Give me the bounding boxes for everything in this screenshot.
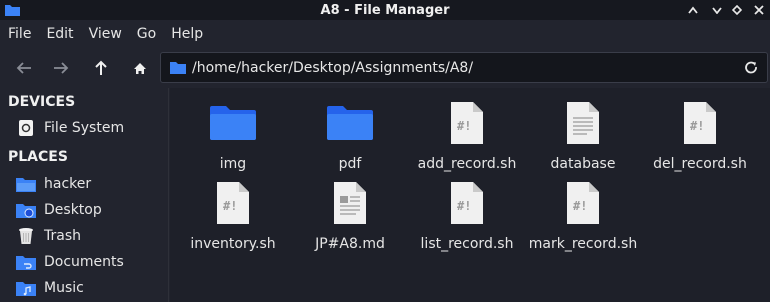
keep-above-icon[interactable] — [684, 1, 702, 19]
sidebar-item-desktop[interactable]: Desktop — [16, 198, 166, 222]
reload-button[interactable] — [741, 58, 761, 78]
svg-text:#!: #! — [457, 119, 471, 133]
file-item-database[interactable]: database — [524, 98, 642, 172]
sidebar-item-label: Desktop — [44, 202, 102, 218]
file-name: add_record.sh — [417, 156, 517, 172]
sidebar-item-label: Music — [44, 280, 84, 296]
sidebar-item-label: hacker — [44, 176, 92, 192]
arrow-right-icon — [54, 62, 69, 74]
places-header: PLACES — [8, 149, 68, 165]
sidebar-item-hacker[interactable]: hacker — [16, 172, 166, 196]
close-icon[interactable] — [750, 1, 768, 19]
svg-text:#!: #! — [223, 199, 237, 213]
toolbar: /home/hacker/Desktop/Assignments/A8/ — [0, 48, 770, 88]
svg-text:#!: #! — [457, 199, 471, 213]
trash-icon — [16, 226, 36, 246]
file-name: mark_record.sh — [528, 236, 638, 252]
sidebar-item-label: File System — [44, 120, 125, 136]
forward-button[interactable] — [49, 56, 73, 80]
sidebar: DEVICES File System PLACES hacker Deskto… — [0, 88, 169, 302]
back-button[interactable] — [12, 56, 36, 80]
sidebar-item-trash[interactable]: Trash — [16, 224, 166, 248]
folder-icon — [210, 98, 256, 148]
text-file-icon — [567, 98, 599, 148]
menu-bar: File Edit View Go Help — [0, 20, 770, 48]
window-title: A8 - File Manager — [320, 2, 450, 18]
script-file-icon: #! — [684, 98, 716, 148]
folder-app-icon — [5, 5, 20, 16]
folder-icon — [327, 98, 373, 148]
file-name: JP#A8.md — [315, 236, 385, 252]
markdown-file-icon — [334, 178, 366, 228]
home-button[interactable] — [128, 56, 152, 80]
file-item-markdown[interactable]: JP#A8.md — [291, 178, 409, 252]
sidebar-item-music[interactable]: Music — [16, 276, 166, 300]
maximize-icon[interactable] — [728, 1, 746, 19]
documents-icon — [16, 252, 36, 272]
script-file-icon: #! — [451, 178, 483, 228]
arrow-up-icon — [95, 60, 107, 75]
home-icon — [134, 62, 146, 74]
file-manager-window: A8 - File Manager File Edit View Go Help — [0, 0, 770, 302]
menu-edit[interactable]: Edit — [46, 26, 73, 42]
sidebar-item-label: Trash — [44, 228, 81, 244]
file-name: database — [550, 156, 616, 172]
menu-view[interactable]: View — [89, 26, 122, 42]
location-bar[interactable]: /home/hacker/Desktop/Assignments/A8/ — [160, 52, 768, 83]
file-name: inventory.sh — [190, 236, 276, 252]
file-item-add-record[interactable]: #! add_record.sh — [408, 98, 526, 172]
sidebar-item-label: Documents — [44, 254, 124, 270]
file-name: pdf — [338, 156, 362, 172]
sidebar-item-documents[interactable]: Documents — [16, 250, 166, 274]
title-bar: A8 - File Manager — [0, 0, 770, 20]
script-file-icon: #! — [567, 178, 599, 228]
svg-text:#!: #! — [573, 199, 587, 213]
music-icon — [16, 278, 36, 298]
devices-header: DEVICES — [8, 94, 76, 110]
svg-text:#!: #! — [690, 119, 704, 133]
script-file-icon: #! — [451, 98, 483, 148]
file-item-pdf[interactable]: pdf — [291, 98, 409, 172]
minimize-icon[interactable] — [708, 1, 726, 19]
desktop-icon — [16, 200, 36, 220]
file-item-mark-record[interactable]: #! mark_record.sh — [524, 178, 642, 252]
file-name: del_record.sh — [653, 156, 747, 172]
home-folder-icon — [16, 174, 36, 194]
menu-file[interactable]: File — [8, 26, 31, 42]
location-path[interactable]: /home/hacker/Desktop/Assignments/A8/ — [192, 60, 473, 76]
file-view: img pdf #! add_record.sh database #! del… — [170, 88, 770, 302]
file-item-del-record[interactable]: #! del_record.sh — [641, 98, 759, 172]
script-file-icon: #! — [217, 178, 249, 228]
menu-go[interactable]: Go — [137, 26, 156, 42]
arrow-left-icon — [16, 62, 31, 74]
sidebar-item-file-system[interactable]: File System — [16, 116, 166, 140]
menu-help[interactable]: Help — [171, 26, 203, 42]
file-name: list_record.sh — [420, 236, 514, 252]
reload-icon — [745, 61, 757, 74]
drive-icon — [16, 118, 36, 138]
file-name: img — [219, 156, 247, 172]
file-item-img[interactable]: img — [174, 98, 292, 172]
file-item-list-record[interactable]: #! list_record.sh — [408, 178, 526, 252]
up-button[interactable] — [89, 56, 113, 80]
file-item-inventory[interactable]: #! inventory.sh — [174, 178, 292, 252]
folder-icon — [170, 62, 186, 74]
